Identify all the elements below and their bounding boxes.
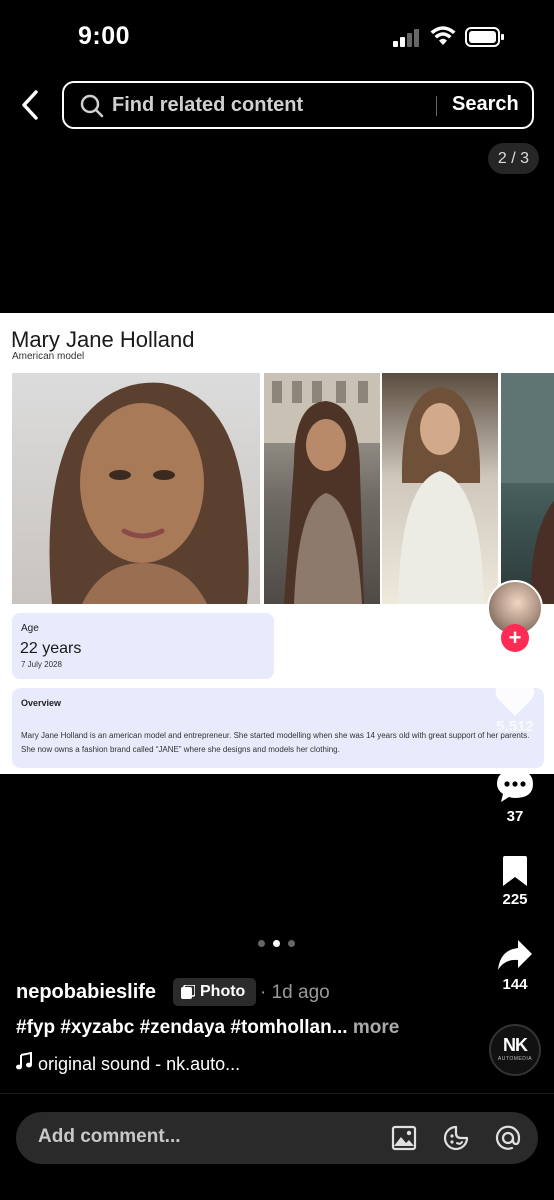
follow-button[interactable]: + bbox=[501, 624, 529, 652]
share-button[interactable]: 144 bbox=[484, 938, 546, 993]
music-disc-logo: NK bbox=[503, 1035, 528, 1055]
share-count: 144 bbox=[502, 976, 528, 993]
photo-badge: Photo bbox=[173, 978, 256, 1006]
bookmark-icon bbox=[503, 856, 527, 886]
sound-row[interactable]: original sound - nk.auto... bbox=[16, 1052, 240, 1075]
search-button[interactable]: Search bbox=[452, 93, 519, 116]
status-time: 9:00 bbox=[78, 22, 131, 50]
carousel-dots bbox=[258, 940, 298, 948]
heart-icon bbox=[495, 682, 535, 716]
hashtag-text[interactable]: #fyp #xyzabc #zendaya #tomhollan... bbox=[16, 1017, 348, 1038]
photo-badge-label: Photo bbox=[200, 983, 246, 1000]
carousel-dot bbox=[288, 940, 295, 947]
overview-label: Overview bbox=[21, 698, 62, 708]
like-button[interactable]: 5,512 bbox=[484, 680, 546, 735]
overview-card: Overview Mary Jane Holland is an america… bbox=[12, 688, 544, 768]
comment-count: 37 bbox=[506, 808, 524, 825]
image-icon[interactable] bbox=[390, 1124, 418, 1152]
search-divider bbox=[436, 96, 437, 116]
music-disc[interactable]: NK AUTOMEDIA bbox=[489, 1024, 541, 1076]
signal-icon bbox=[393, 27, 423, 47]
cafe-photo bbox=[501, 373, 554, 604]
emoji-icon[interactable] bbox=[442, 1124, 470, 1152]
save-button[interactable]: 225 bbox=[484, 855, 546, 908]
search-bar[interactable]: Find related content Search bbox=[62, 81, 534, 129]
birth-date: 7 July 2028 bbox=[21, 660, 62, 669]
hashtags[interactable]: #fyp #xyzabc #zendaya #tomhollan... more bbox=[16, 1017, 399, 1039]
age-card: Age 22 years 7 July 2028 bbox=[12, 613, 274, 679]
status-bar: 9:00 bbox=[0, 0, 554, 70]
battery-icon bbox=[465, 27, 504, 47]
overview-text: Mary Jane Holland is an american model a… bbox=[21, 731, 530, 754]
portrait-photo bbox=[12, 373, 260, 604]
comment-bar[interactable]: Add comment... bbox=[16, 1112, 538, 1164]
photo-icon bbox=[181, 985, 195, 999]
sound-name[interactable]: original sound - nk.auto... bbox=[38, 1054, 240, 1074]
wifi-icon bbox=[430, 26, 456, 45]
music-disc-sub: AUTOMEDIA bbox=[497, 1056, 533, 1062]
post-time: · 1d ago bbox=[260, 982, 330, 1003]
street-photo bbox=[264, 373, 380, 604]
carousel-dot-active bbox=[273, 940, 280, 947]
save-count: 225 bbox=[502, 891, 528, 908]
post-photo[interactable]: Mary Jane Holland American model Age 22 … bbox=[0, 313, 554, 774]
comment-icon bbox=[497, 770, 533, 802]
search-input[interactable]: Find related content bbox=[112, 94, 303, 117]
comment-button[interactable]: 37 bbox=[484, 768, 546, 825]
carousel-dot bbox=[258, 940, 265, 947]
mention-icon[interactable] bbox=[494, 1124, 522, 1152]
like-count: 5,512 bbox=[496, 718, 534, 735]
profile-name: Mary Jane Holland bbox=[11, 327, 195, 352]
age-value: 22 years bbox=[20, 640, 82, 657]
fashion-photo bbox=[382, 373, 498, 604]
profile-subtitle: American model bbox=[12, 351, 85, 362]
comment-input[interactable]: Add comment... bbox=[38, 1126, 181, 1148]
share-arrow-icon bbox=[498, 940, 532, 970]
back-button[interactable] bbox=[16, 88, 44, 122]
bottom-divider bbox=[0, 1093, 554, 1094]
age-label: Age bbox=[21, 623, 39, 634]
author-name[interactable]: nepobabieslife bbox=[16, 981, 156, 1004]
search-icon bbox=[80, 94, 104, 118]
more-link[interactable]: more bbox=[348, 1017, 399, 1038]
music-note-icon bbox=[16, 1052, 32, 1070]
page-counter: 2 / 3 bbox=[488, 143, 539, 174]
